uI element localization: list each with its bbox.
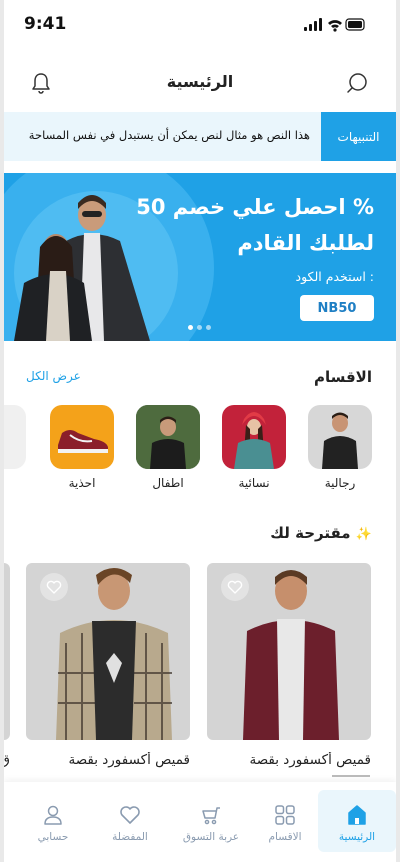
nav-item-cart[interactable]: عربة التسوق <box>172 790 250 852</box>
banner-subheadline: لطلبك القادم <box>237 231 374 255</box>
nav-label: عربة التسوق <box>182 831 240 843</box>
nav-item-home[interactable]: الرئيسية <box>318 790 396 852</box>
category-label: سا <box>4 476 22 490</box>
category-women-image <box>234 412 274 469</box>
categories-title: الاقسام <box>313 368 372 386</box>
notifications-label: التنبيهات <box>321 112 396 161</box>
bottom-nav: الرئيسية الاقسام عربة التسوق المفضلة حسا… <box>4 782 396 862</box>
category-men-image <box>322 412 358 469</box>
status-time: 9:41 <box>24 14 67 34</box>
nav-label: الرئيسية <box>338 831 376 843</box>
promo-code-badge[interactable]: NB50 <box>300 295 374 321</box>
search-icon[interactable] <box>346 72 368 98</box>
carousel-dot[interactable] <box>206 325 211 330</box>
heart-icon <box>120 806 140 824</box>
signal-wifi-battery-icon <box>304 18 365 32</box>
category-kids-image <box>136 405 200 469</box>
banner-headline: احصل علي خصم 50 % <box>136 195 374 219</box>
suggested-title-text: مقترحة لك <box>270 524 351 542</box>
cart-icon <box>202 807 220 825</box>
category-accessories[interactable] <box>4 405 26 469</box>
app-screen: 9:41 الرئيسية هذا النص هو مثال لنص يمكن … <box>4 0 396 862</box>
nav-item-account[interactable]: حسابي <box>14 790 92 852</box>
heart-icon <box>46 580 62 594</box>
home-icon <box>348 805 366 825</box>
nav-item-categories[interactable]: الاقسام <box>246 790 324 852</box>
nav-item-favorites[interactable]: المفضلة <box>91 790 169 852</box>
heart-icon <box>227 580 243 594</box>
product-card[interactable] <box>4 563 10 740</box>
banner-code-label: استخدم الكود : <box>295 269 374 284</box>
user-icon <box>44 805 62 825</box>
category-label: احذية <box>68 476 96 490</box>
promo-banner[interactable]: احصل علي خصم 50 % لطلبك القادم استخدم ال… <box>4 173 396 341</box>
category-shoes[interactable] <box>50 405 114 469</box>
nav-label: الاقسام <box>268 831 302 843</box>
category-label: نسائية <box>238 476 270 490</box>
carousel-dot[interactable] <box>197 325 202 330</box>
status-icons <box>304 17 366 36</box>
nav-label: المفضلة <box>112 831 148 843</box>
view-all-link[interactable]: عرض الكل <box>26 369 81 383</box>
category-label: رجالية <box>324 476 356 490</box>
product-card[interactable] <box>207 563 371 740</box>
page-title: الرئيسية <box>166 72 234 91</box>
carousel-dot-active[interactable] <box>188 325 193 330</box>
nav-label: حسابي <box>37 831 69 843</box>
category-shoes-image <box>58 430 108 453</box>
product-name[interactable]: قميص أكسفورد بقصة <box>207 752 371 768</box>
product-card[interactable] <box>26 563 190 740</box>
category-men[interactable] <box>308 405 372 469</box>
category-kids[interactable] <box>136 405 200 469</box>
favorite-button[interactable] <box>221 573 249 601</box>
suggested-title: مقترحة لك ✨ <box>270 524 372 542</box>
product-name[interactable]: قميص أكسفورد بقصة <box>26 752 190 768</box>
category-label: اطفال <box>152 476 184 490</box>
product-name-overflow <box>332 771 370 781</box>
product-name[interactable]: ق <box>4 752 10 768</box>
notification-text: هذا النص هو مثال لنص يمكن أن يستبدل في ن… <box>28 128 310 142</box>
sparkle-icon: ✨ <box>355 527 372 542</box>
favorite-button[interactable] <box>40 573 68 601</box>
category-women[interactable] <box>222 405 286 469</box>
notifications-strip[interactable]: هذا النص هو مثال لنص يمكن أن يستبدل في ن… <box>4 112 396 161</box>
grid-icon <box>275 805 295 825</box>
